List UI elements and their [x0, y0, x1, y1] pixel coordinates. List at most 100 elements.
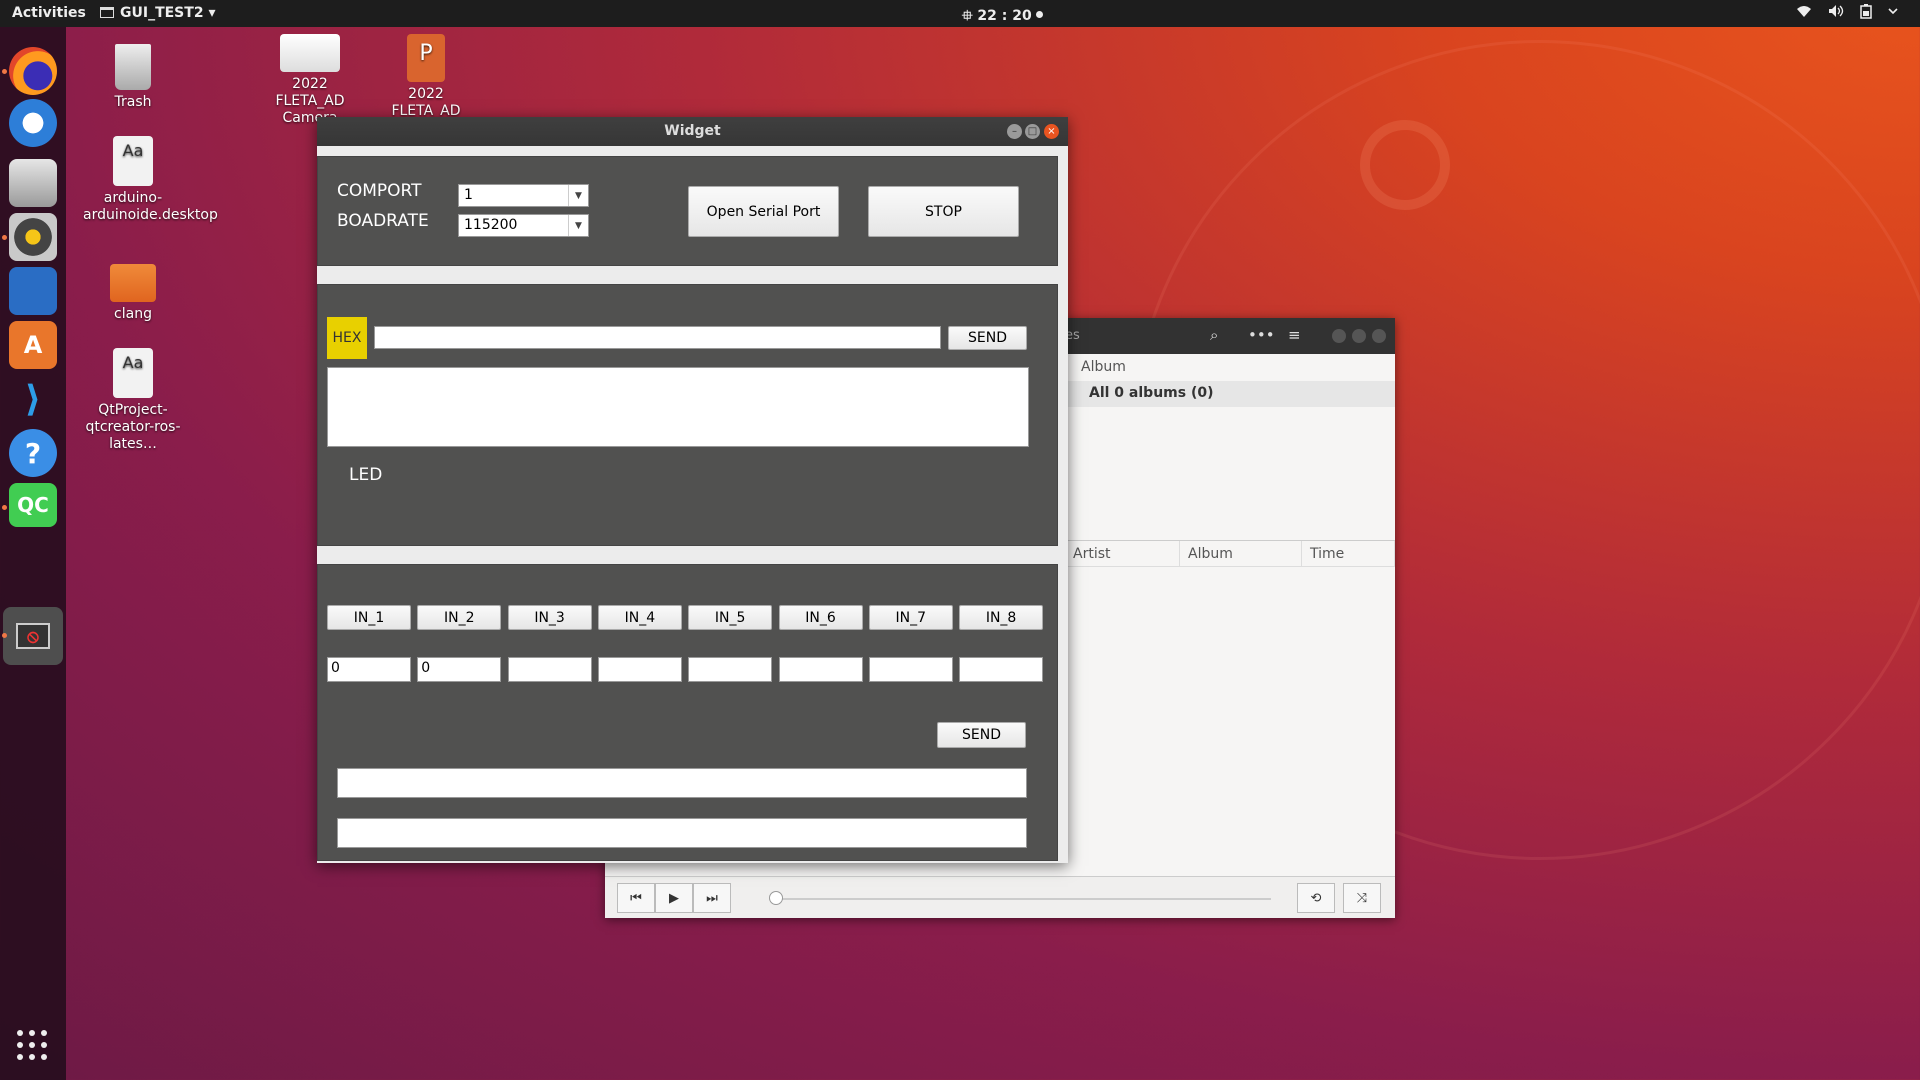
in-button[interactable]: IN_7 [868, 605, 953, 630]
album-column-header[interactable]: Album [1180, 541, 1302, 566]
desktop-icon-arduino[interactable]: Aa arduino-arduinoide.desktop [83, 136, 218, 224]
in-button[interactable]: IN_5 [688, 605, 773, 630]
boadrate-label: BOADRATE [337, 211, 429, 231]
close-icon[interactable]: × [1044, 124, 1059, 139]
boadrate-value: 115200 [464, 217, 518, 233]
desktop-icon-trash[interactable]: Trash [83, 44, 183, 111]
album-column-header[interactable]: Album [1065, 354, 1395, 381]
shuffle-icon[interactable]: ⤨ [1343, 883, 1381, 913]
output-field-2[interactable] [337, 818, 1027, 848]
running-indicator [2, 633, 7, 638]
search-icon[interactable]: ⌕ [1210, 326, 1218, 344]
in-button[interactable]: IN_3 [507, 605, 592, 630]
chevron-down-icon: ▼ [568, 185, 588, 206]
hex-input[interactable] [374, 326, 941, 349]
in-field[interactable] [507, 657, 592, 682]
in-button[interactable]: IN_4 [597, 605, 682, 630]
maximize-icon[interactable] [1352, 329, 1366, 343]
send-button-2[interactable]: SEND [937, 722, 1026, 748]
notification-dot-icon [1035, 11, 1043, 18]
desktop-icon-label: QtProject-qtcreator-ros-lates… [85, 402, 181, 452]
seek-slider[interactable] [771, 898, 1271, 900]
input-panel: IN_1 0 IN_2 0 IN_3 IN_4 IN_5 IN_6 IN_7 IN_8 SEND [317, 564, 1058, 861]
maximize-icon[interactable]: □ [1025, 124, 1040, 139]
in-button[interactable]: IN_1 [327, 605, 411, 630]
play-icon[interactable]: ▶ [655, 883, 693, 913]
firefox-icon[interactable] [9, 47, 57, 95]
window-title[interactable]: Widget [317, 117, 1068, 146]
boadrate-select[interactable]: 115200 ▼ [458, 214, 589, 237]
in-field[interactable] [597, 657, 682, 682]
send-button[interactable]: SEND [948, 326, 1027, 350]
font-file-icon: Aa [113, 348, 153, 398]
clock-time: 22 : 20 [977, 8, 1032, 24]
system-tray[interactable] [1796, 4, 1898, 19]
more-icon[interactable]: ••• [1248, 326, 1275, 344]
gui-test-icon[interactable]: ⦸ [3, 607, 63, 665]
minimize-icon[interactable]: – [1007, 124, 1022, 139]
desktop-icon-clang[interactable]: clang [83, 264, 183, 323]
help-icon[interactable]: ? [9, 429, 57, 477]
vscode-icon[interactable]: ⟩ [9, 375, 57, 423]
seek-knob[interactable] [769, 891, 783, 905]
wallpaper-arc [1360, 120, 1450, 210]
desktop-icon-label: clang [114, 306, 152, 322]
separator [317, 267, 1068, 283]
running-indicator [2, 505, 7, 510]
in-button[interactable]: IN_2 [417, 605, 502, 630]
app-menu[interactable]: GUI_TEST2 ▾ [100, 5, 215, 21]
output-field-1[interactable] [337, 768, 1027, 798]
running-indicator [2, 69, 7, 74]
stop-button[interactable]: STOP [868, 186, 1019, 237]
thunderbird-icon[interactable] [9, 99, 57, 147]
comport-value: 1 [464, 187, 473, 203]
in-button[interactable]: IN_6 [778, 605, 863, 630]
desktop-icon-fleta[interactable]: P 2022 FLETA_AD [376, 34, 476, 120]
in-field[interactable] [688, 657, 773, 682]
rhythmbox-icon[interactable] [9, 213, 57, 261]
in-field[interactable] [778, 657, 863, 682]
show-applications-icon[interactable] [17, 1030, 47, 1060]
all-albums-row[interactable]: All 0 albums (0) [1065, 381, 1395, 407]
in-field[interactable] [959, 657, 1044, 682]
menu-icon[interactable]: ≡ [1288, 326, 1301, 344]
files-icon[interactable] [9, 159, 57, 207]
hex-led-panel: HEX SEND LED [317, 284, 1058, 546]
track-list-header: Artist Album Time [1065, 540, 1395, 567]
clock[interactable]: ⯐ 22 : 20 [962, 5, 1043, 29]
led-label: LED [349, 465, 383, 485]
in-field[interactable]: 0 [417, 657, 502, 682]
app-menu-label: GUI_TEST2 [120, 5, 204, 21]
desktop-icon-label: arduino-arduinoide.desktop [83, 190, 218, 223]
chevron-down-icon: ▾ [208, 5, 216, 21]
comport-select[interactable]: 1 ▼ [458, 184, 589, 207]
font-file-icon: Aa [113, 136, 153, 186]
next-icon[interactable]: ⏭ [693, 883, 731, 913]
battery-icon [1860, 4, 1872, 19]
running-indicator [2, 235, 7, 240]
software-icon[interactable]: A [9, 321, 57, 369]
widget-window: Widget – □ × COMPORT BOADRATE 1 ▼ 115200… [317, 117, 1068, 863]
previous-icon[interactable]: ⏮ [617, 883, 655, 913]
receive-textarea[interactable] [327, 367, 1029, 447]
in-button[interactable]: IN_8 [959, 605, 1044, 630]
minimize-icon[interactable] [1332, 329, 1346, 343]
artist-column-header[interactable]: Artist [1065, 541, 1180, 566]
chevron-down-icon [1888, 8, 1898, 15]
in-field[interactable]: 0 [327, 657, 411, 682]
in-field[interactable] [868, 657, 953, 682]
serial-config-panel: COMPORT BOADRATE 1 ▼ 115200 ▼ Open Seria… [317, 156, 1058, 266]
desktop-icon-label: 2022 FLETA_AD [391, 86, 461, 119]
close-icon[interactable] [1372, 329, 1386, 343]
document-icon [280, 34, 340, 72]
time-column-header[interactable]: Time [1302, 541, 1395, 566]
open-serial-port-button[interactable]: Open Serial Port [688, 186, 839, 237]
volume-icon [1829, 5, 1844, 17]
qtcreator-icon[interactable]: QC [9, 483, 57, 527]
writer-icon[interactable] [9, 267, 57, 315]
desktop-icon-qtproject[interactable]: Aa QtProject-qtcreator-ros-lates… [83, 348, 183, 453]
activities-button[interactable]: Activities [12, 5, 86, 21]
desktop-icon-label: Trash [114, 94, 152, 110]
repeat-icon[interactable]: ⟲ [1297, 883, 1335, 913]
desktop-icon-camera[interactable]: 2022 FLETA_AD Camera [260, 34, 360, 127]
